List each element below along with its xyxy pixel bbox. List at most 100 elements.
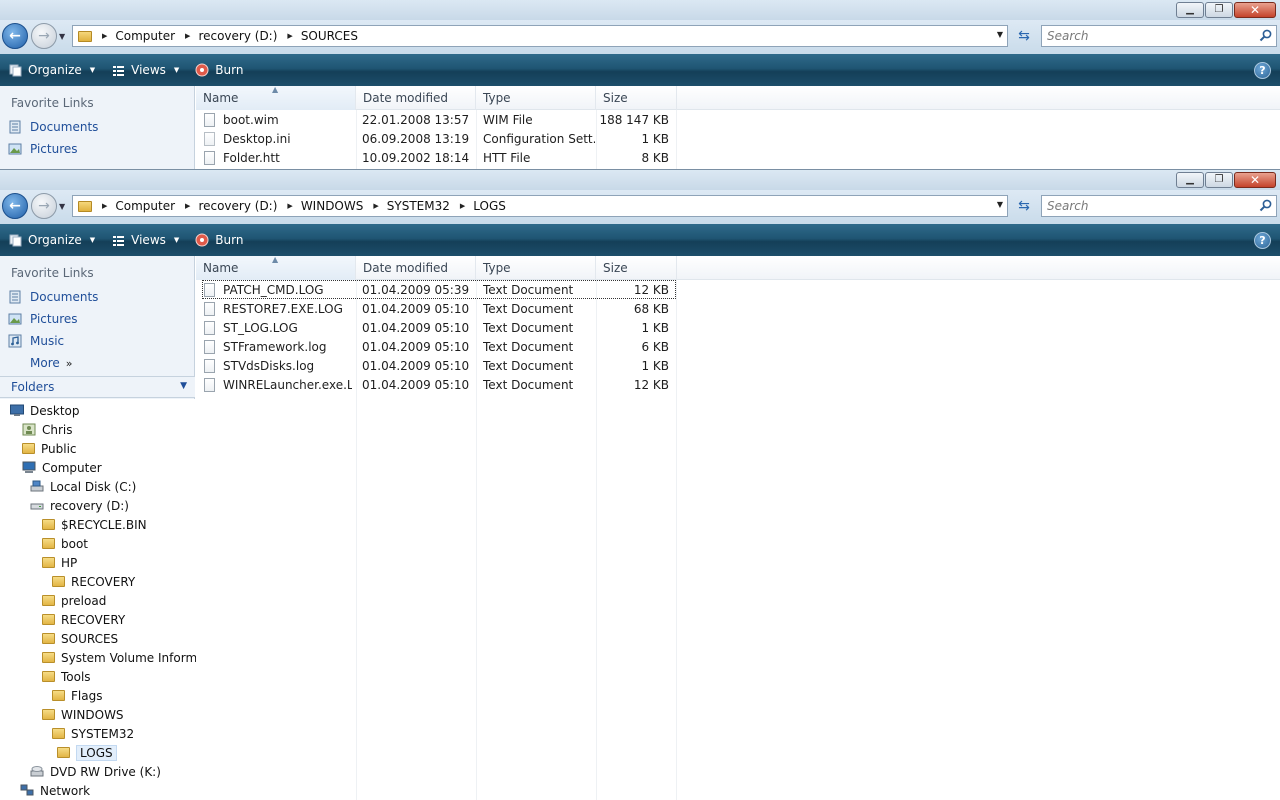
address-dropdown-icon[interactable]: ▼ [997,30,1003,39]
back-button[interactable]: ← [2,193,28,219]
refresh-button[interactable]: ⇆ [1012,195,1036,217]
search-input[interactable] [1042,196,1242,216]
tree-node-network[interactable]: Network [20,781,90,800]
file-row[interactable]: RESTORE7.EXE.LOG 01.04.2009 05:10 Text D… [196,299,676,318]
tree-node-recovery-d[interactable]: recovery (D:) [30,496,129,515]
tree-node-desktop[interactable]: Desktop [10,401,80,420]
column-header-name[interactable]: Name ▲ [196,85,356,110]
address-dropdown-icon[interactable]: ▼ [997,200,1003,209]
sort-ascending-icon: ▲ [272,85,279,94]
minimize-button[interactable]: ▁ [1176,2,1204,18]
tree-node-local-disk-c[interactable]: Local Disk (C:) [30,477,136,496]
address-bar[interactable]: ▶ Computer ▶ recovery (D:) ▶ SOURCES ▼ [72,25,1008,47]
nav-link-pictures[interactable]: Pictures [8,309,78,329]
tree-node-boot[interactable]: boot [42,534,88,553]
tree-node-chris[interactable]: Chris [22,420,73,439]
tree-node-recycle-bin[interactable]: $RECYCLE.BIN [42,515,147,534]
column-header-name[interactable]: Name ▲ [196,255,356,280]
column-header-type[interactable]: Type [476,256,596,280]
views-button[interactable]: Views ▼ [103,54,187,86]
folder-icon [78,30,92,42]
tree-node-sources[interactable]: SOURCES [42,629,118,648]
breadcrumb-item[interactable]: LOGS [473,199,506,213]
help-button[interactable]: ? [1254,232,1271,249]
file-row[interactable]: Folder.htt 10.09.2002 18:14 HTT File 8 K… [196,148,676,167]
breadcrumb-root[interactable]: ▶ [98,32,115,40]
column-header-size[interactable]: Size [596,86,677,110]
search-input[interactable] [1042,26,1242,46]
breadcrumb-item[interactable]: SYSTEM32 ▶ [387,199,474,213]
nav-link-music[interactable]: Music [8,331,64,351]
recent-pages-dropdown[interactable]: ▼ [59,32,65,41]
views-button[interactable]: Views ▼ [103,224,187,256]
nav-more-link[interactable]: More» [30,353,72,373]
breadcrumb-item[interactable]: SOURCES [301,29,358,43]
close-button[interactable]: ✕ [1234,2,1276,18]
file-row[interactable]: ST_LOG.LOG 01.04.2009 05:10 Text Documen… [196,318,676,337]
file-row[interactable]: boot.wim 22.01.2008 13:57 WIM File 188 1… [196,110,676,129]
views-icon [111,233,125,247]
burn-button[interactable]: Burn [187,224,251,256]
tree-node-preload[interactable]: preload [42,591,106,610]
maximize-button[interactable]: ❐ [1205,2,1233,18]
organize-button[interactable]: Organize ▼ [0,224,103,256]
file-list: Name ▲ Date modified Type Size PATCH_CMD.… [196,255,1280,800]
folders-header[interactable]: Folders ▼ [0,376,195,398]
column-header-date[interactable]: Date modified [356,86,476,110]
tree-node-public[interactable]: Public [22,439,77,458]
tree-node-flags[interactable]: Flags [52,686,102,705]
forward-button[interactable]: → [31,23,57,49]
file-row[interactable]: Desktop.ini 06.09.2008 13:19 Configurati… [196,129,676,148]
breadcrumb-root[interactable]: ▶ [98,202,115,210]
sort-ascending-icon: ▲ [272,255,279,264]
folder-icon [42,538,55,549]
breadcrumb-item[interactable]: Computer ▶ [115,29,198,43]
file-row[interactable]: STVdsDisks.log 01.04.2009 05:10 Text Doc… [196,356,676,375]
maximize-button[interactable]: ❐ [1205,172,1233,188]
title-bar[interactable]: ▁ ❐ ✕ [0,170,1280,190]
tree-node-logs-selected[interactable]: LOGS [57,743,117,762]
nav-link-pictures[interactable]: Pictures [8,139,78,159]
close-button[interactable]: ✕ [1234,172,1276,188]
folder-icon [22,443,35,454]
search-icon[interactable] [1259,29,1272,42]
recent-pages-dropdown[interactable]: ▼ [59,202,65,211]
column-header-size[interactable]: Size [596,256,677,280]
burn-button[interactable]: Burn [187,54,251,86]
minimize-button[interactable]: ▁ [1176,172,1204,188]
breadcrumb-item[interactable]: WINDOWS ▶ [301,199,387,213]
title-bar[interactable]: ▁ ❐ ✕ [0,0,1280,20]
breadcrumb-item[interactable]: Computer ▶ [115,199,198,213]
search-icon[interactable] [1259,199,1272,212]
tree-node-system32[interactable]: SYSTEM32 [52,724,134,743]
back-button[interactable]: ← [2,23,28,49]
column-header-type[interactable]: Type [476,86,596,110]
file-row[interactable]: WINRELauncher.exe.L... 01.04.2009 05:10 … [196,375,676,394]
tree-node-hp[interactable]: HP [42,553,77,572]
tree-node-system-volume-information[interactable]: System Volume Informat [42,648,209,667]
tree-node-windows[interactable]: WINDOWS [42,705,124,724]
explorer-window-logs: ▁ ❐ ✕ ← → ▼ ▶ Computer ▶ recovery (D:) ▶ W… [0,169,1280,800]
column-header-date[interactable]: Date modified [356,256,476,280]
file-row[interactable]: STFramework.log 01.04.2009 05:10 Text Do… [196,337,676,356]
nav-link-documents[interactable]: Documents [8,287,98,307]
computer-icon [22,461,36,473]
breadcrumb-item[interactable]: recovery (D:) ▶ [198,29,300,43]
minimize-icon: ▁ [1186,4,1194,15]
refresh-button[interactable]: ⇆ [1012,25,1036,47]
minimize-icon: ▁ [1186,174,1194,185]
tree-node-tools[interactable]: Tools [42,667,91,686]
tree-node-computer[interactable]: Computer [22,458,102,477]
file-row-focused[interactable]: PATCH_CMD.LOG 01.04.2009 05:39 Text Docu… [202,280,676,299]
tree-node-dvd-drive-k[interactable]: DVD RW Drive (K:) [30,762,161,781]
back-arrow-icon: ← [9,198,21,214]
nav-link-documents[interactable]: Documents [8,117,98,137]
folder-tree: Desktop Chris Public Computer Local Disk… [0,399,209,800]
breadcrumb-item[interactable]: recovery (D:) ▶ [198,199,300,213]
tree-node-hp-recovery[interactable]: RECOVERY [52,572,135,591]
tree-node-recovery[interactable]: RECOVERY [42,610,125,629]
help-button[interactable]: ? [1254,62,1271,79]
organize-button[interactable]: Organize ▼ [0,54,103,86]
address-bar[interactable]: ▶ Computer ▶ recovery (D:) ▶ WINDOWS ▶ SYST… [72,195,1008,217]
forward-button[interactable]: → [31,193,57,219]
